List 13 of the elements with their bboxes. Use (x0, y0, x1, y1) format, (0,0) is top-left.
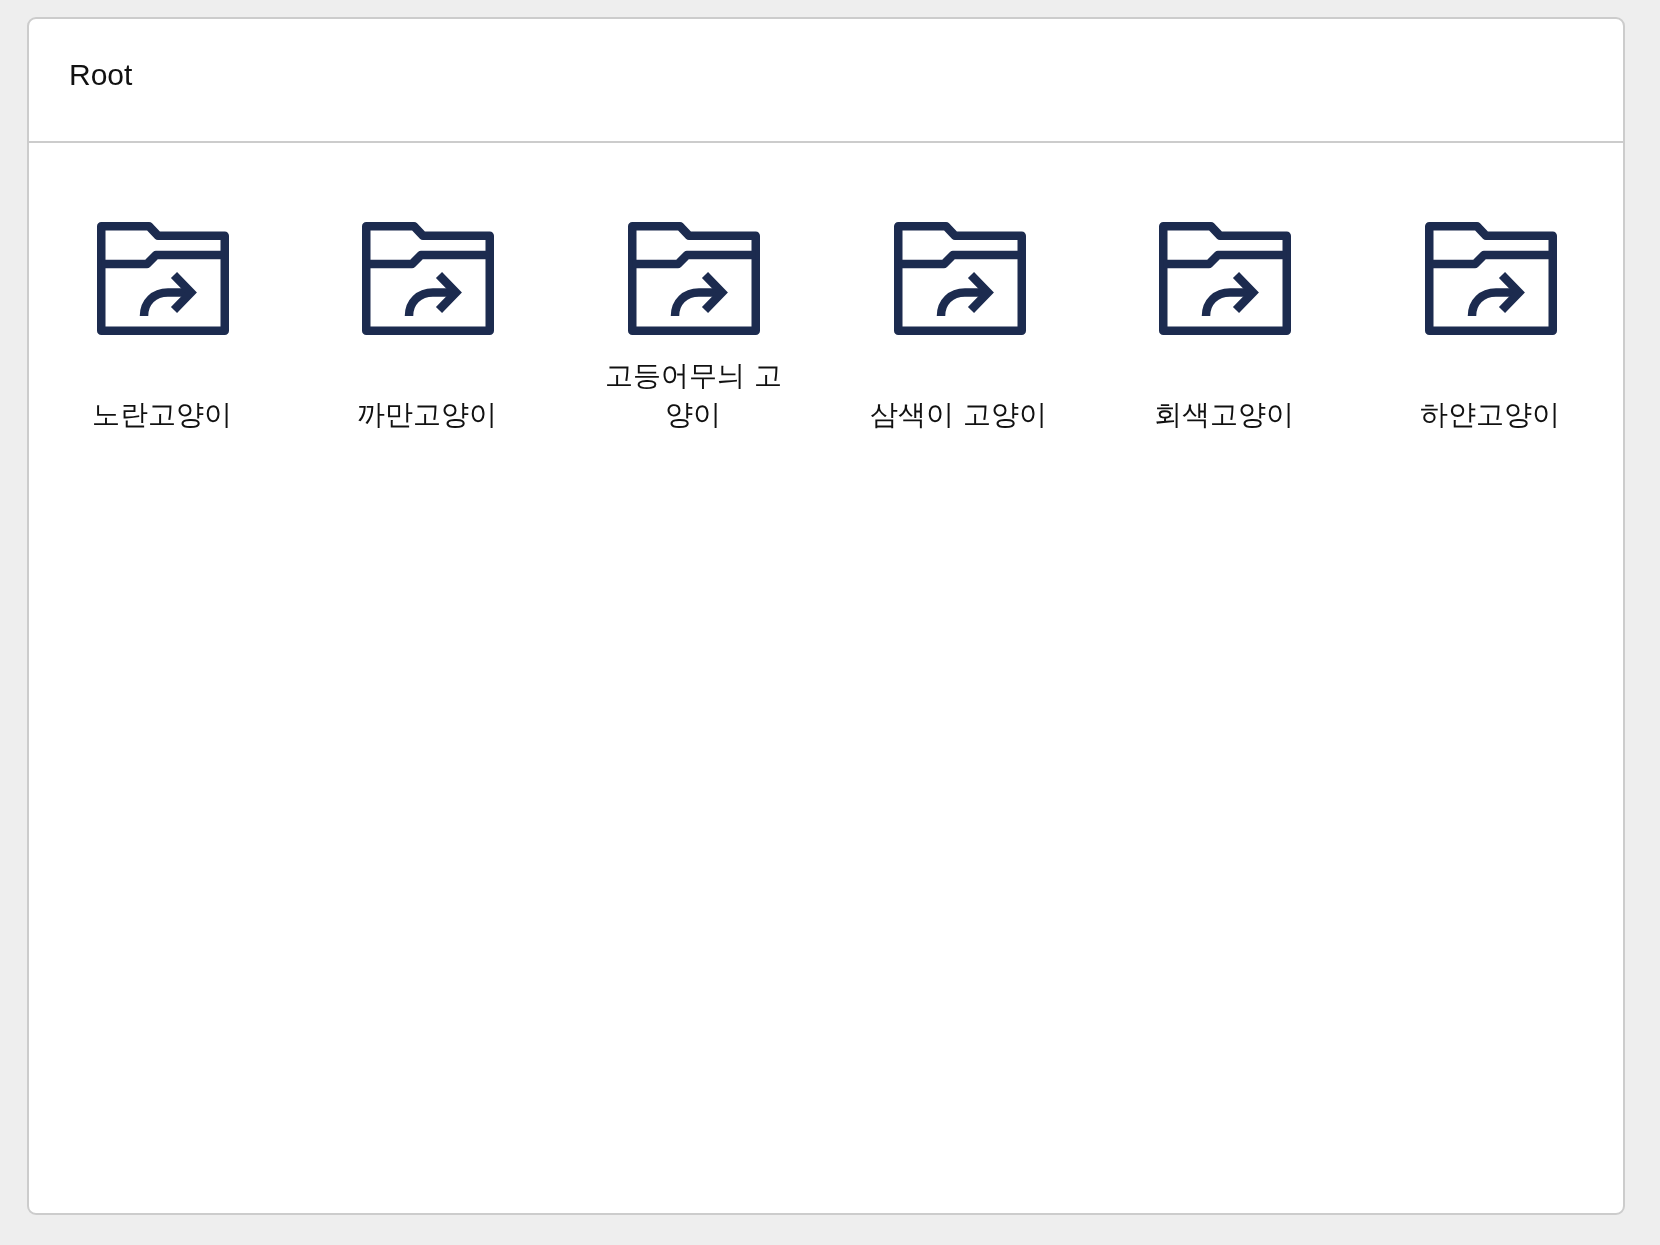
folder-item[interactable]: 하얀고양이 (1385, 222, 1596, 434)
folder-arrow-icon (362, 222, 495, 335)
folder-arrow-icon (893, 222, 1026, 335)
folder-item[interactable]: 노란고양이 (56, 222, 267, 434)
folder-item[interactable]: 회색고양이 (1119, 222, 1330, 434)
folder-arrow-icon (628, 222, 761, 335)
folder-arrow-icon (1159, 222, 1292, 335)
folder-item[interactable]: 삼색이 고양이 (853, 222, 1064, 434)
folder-item[interactable]: 까만고양이 (322, 222, 533, 434)
panel-title: Root (69, 58, 133, 93)
folder-arrow-icon (96, 222, 229, 335)
folder-item[interactable]: 고등어무늬 고양이 (588, 222, 799, 434)
folder-arrow-icon (1425, 222, 1558, 335)
